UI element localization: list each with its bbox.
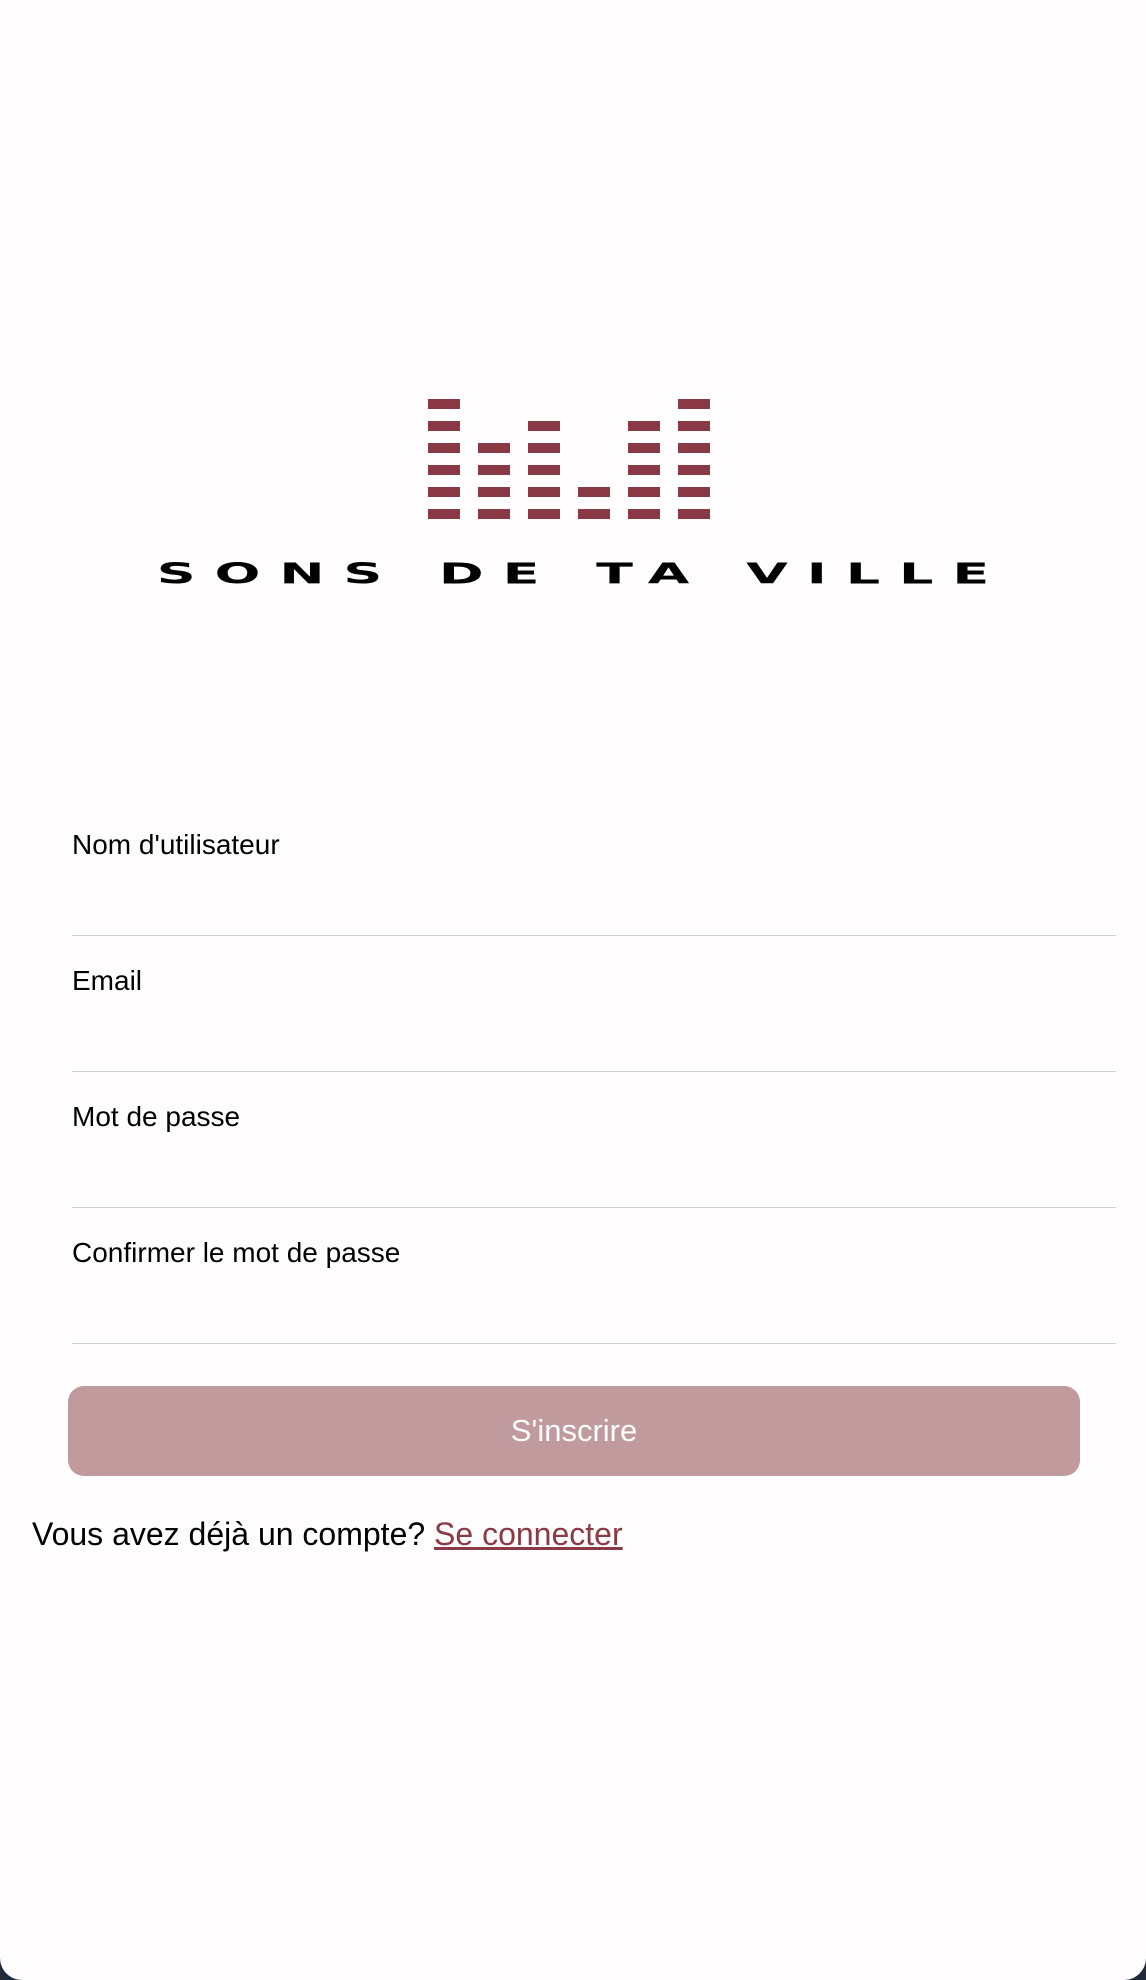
logo <box>0 385 1146 519</box>
login-prompt-row: Vous avez déjà un compte? Se connecter <box>32 1513 623 1555</box>
username-label: Nom d'utilisateur <box>72 829 280 860</box>
username-field[interactable]: Nom d'utilisateur <box>72 800 1116 936</box>
password-label: Mot de passe <box>72 1101 241 1132</box>
brand-name: SONS DE TA VILLE <box>156 557 1009 591</box>
signup-button[interactable]: S'inscrire <box>68 1386 1080 1476</box>
signup-screen: SONS DE TA VILLE Nom d'utilisateur Email… <box>0 0 1146 1980</box>
confirm-password-input[interactable] <box>72 1282 1116 1334</box>
confirm-password-field[interactable]: Confirmer le mot de passe <box>72 1208 1116 1344</box>
equalizer-bars-icon <box>428 399 710 519</box>
username-input[interactable] <box>72 874 1116 926</box>
email-field[interactable]: Email <box>72 936 1116 1072</box>
password-input[interactable] <box>72 1146 1116 1198</box>
login-link[interactable]: Se connecter <box>434 1516 623 1552</box>
email-input[interactable] <box>72 1010 1116 1062</box>
confirm-password-label: Confirmer le mot de passe <box>72 1237 401 1268</box>
password-field[interactable]: Mot de passe <box>72 1072 1116 1208</box>
login-prompt-text: Vous avez déjà un compte? <box>32 1516 426 1552</box>
email-label: Email <box>72 965 143 996</box>
